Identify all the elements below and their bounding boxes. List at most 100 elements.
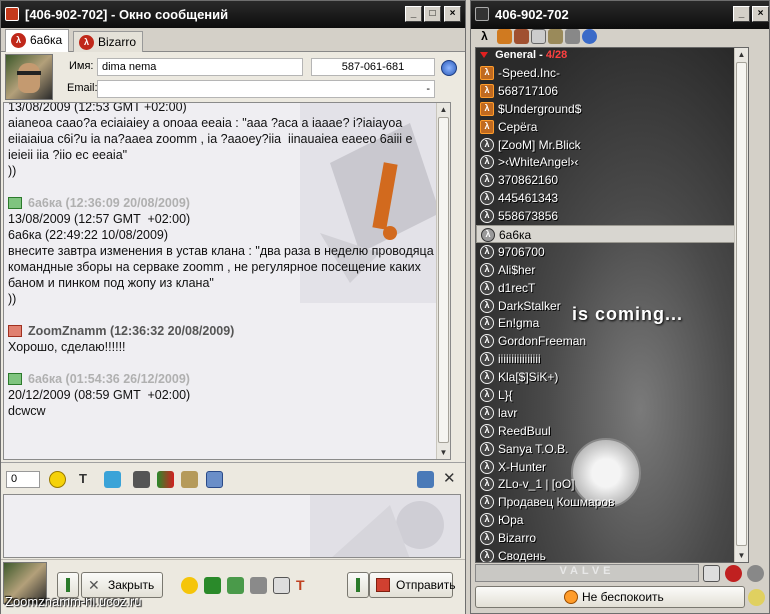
uin-field[interactable]: 587-061-681	[311, 58, 435, 76]
contact-item[interactable]: λ [ZooM] Mr.Blick	[476, 136, 748, 154]
close-button[interactable]: ✕ Закрыть	[81, 572, 163, 598]
scroll-up-icon[interactable]: ▲	[437, 103, 450, 116]
contact-item[interactable]: λ $Underground$	[476, 100, 748, 118]
transfer-icon[interactable]	[227, 577, 244, 594]
group-header-general[interactable]: General - 4/28	[476, 48, 748, 64]
search-users-icon[interactable]	[514, 29, 529, 44]
contact-item[interactable]: λ Сводень	[476, 547, 748, 562]
contact-list-titlebar[interactable]: 406-902-702 _ ×	[471, 1, 769, 29]
chat-scrollbar[interactable]: ▲ ▼	[436, 103, 450, 459]
chat-bubble-icon[interactable]	[181, 577, 198, 594]
scroll-down-icon[interactable]: ▼	[735, 549, 748, 562]
return-icon[interactable]	[273, 577, 290, 594]
book-icon[interactable]	[548, 29, 563, 44]
contact-item[interactable]: λ >‹WhiteAngel›‹	[476, 153, 748, 171]
flags-icon[interactable]	[157, 471, 174, 488]
message-text: ))	[8, 292, 17, 306]
tab-6a6ka[interactable]: λ 6а6ка	[5, 29, 70, 52]
contact-name: Ali$her	[498, 262, 536, 277]
close-window-button[interactable]: ×	[444, 6, 461, 22]
status-button[interactable]: Не беспокоить	[475, 586, 745, 608]
tab-bizarro[interactable]: λ Bizarro	[73, 31, 144, 52]
font-icon[interactable]: T	[79, 471, 96, 488]
group-name: General	[495, 49, 537, 61]
contact-item[interactable]: λ ReedBuul	[476, 422, 748, 440]
scroll-up-icon[interactable]: ▲	[735, 48, 748, 61]
hl-lambda-icon: λ	[480, 244, 494, 259]
scroll-down-icon[interactable]: ▼	[437, 446, 450, 459]
message-window-titlebar[interactable]: [406-902-702] - Окно сообщений _ □ ×	[1, 1, 465, 28]
card-icon[interactable]	[204, 577, 221, 594]
contact-item[interactable]: λ GordonFreeman	[476, 332, 748, 350]
contact-item[interactable]: λ 6а6ка	[476, 225, 748, 243]
minimize-button[interactable]: _	[405, 6, 422, 22]
collapse-arrow-icon[interactable]	[480, 52, 488, 59]
users-icon[interactable]	[497, 29, 512, 44]
contact-item[interactable]: λ 9706700	[476, 243, 748, 261]
contact-item[interactable]: λ X-Hunter	[476, 458, 748, 476]
maximize-button[interactable]: □	[424, 6, 441, 22]
contact-item[interactable]: λ L}{	[476, 386, 748, 404]
contact-item[interactable]: λ 370862160	[476, 171, 748, 189]
incoming-message-icon	[8, 197, 22, 209]
input-background-art	[310, 495, 460, 557]
app-icon	[5, 7, 19, 21]
contact-name: GordonFreeman	[498, 334, 587, 349]
contact-item[interactable]: λ DarkStalker	[476, 297, 748, 315]
contact-item[interactable]: λ Серёга	[476, 118, 748, 136]
hl-lambda-icon: λ	[480, 173, 494, 188]
history-icon[interactable]	[417, 471, 434, 488]
info-button-2[interactable]	[347, 572, 369, 598]
close-label: Закрыть	[108, 578, 155, 592]
contact-item[interactable]: λ ZLo-v_1 | [oO]	[476, 475, 748, 493]
contact-item[interactable]: λ Ali$her	[476, 261, 748, 279]
search-icon[interactable]	[703, 565, 720, 582]
contact-item[interactable]: λ 558673856	[476, 207, 748, 225]
contact-item[interactable]: λ Sanya T.O.B.	[476, 440, 748, 458]
wrench-icon[interactable]	[565, 29, 580, 44]
contact-roster[interactable]: is coming... General - 4/28 λ -Speed.Inc-…	[475, 47, 749, 563]
refresh-icon[interactable]	[582, 29, 597, 44]
contact-name: DarkStalker	[498, 298, 561, 313]
close-window-button[interactable]: ×	[752, 6, 769, 22]
wrench-icon[interactable]	[250, 577, 267, 594]
refresh-icon[interactable]	[441, 60, 457, 76]
message-input[interactable]	[3, 494, 461, 558]
chat-history[interactable]: 13/08/2009 (12:53 GMT +02:00) aianeoa caa…	[3, 102, 451, 460]
contact-item[interactable]: λ Kla[$]SiK+)	[476, 368, 748, 386]
contact-item[interactable]: λ iiiiiiiiiiiiiiii	[476, 350, 748, 368]
send-button[interactable]: Отправить	[369, 572, 456, 598]
name-field[interactable]: dima nema	[97, 58, 303, 76]
contact-item[interactable]: λ Bizarro	[476, 529, 748, 547]
xstatus-icon[interactable]	[748, 589, 765, 606]
lock-icon[interactable]	[206, 471, 223, 488]
minimize-button[interactable]: _	[733, 6, 750, 22]
lambda-menu-icon[interactable]: λ	[477, 29, 492, 44]
save-icon[interactable]	[133, 471, 150, 488]
contact-item[interactable]: λ 445461343	[476, 189, 748, 207]
contact-item[interactable]: λ En!gma	[476, 314, 748, 332]
contact-item[interactable]: λ d1recT	[476, 279, 748, 297]
contact-item[interactable]: λ Продавец Кошмаров	[476, 493, 748, 511]
smiley-icon[interactable]	[49, 471, 66, 488]
color-icon[interactable]	[104, 471, 121, 488]
book-icon[interactable]	[181, 471, 198, 488]
avatar-glasses	[17, 71, 41, 75]
contact-name: Sanya T.O.B.	[498, 441, 569, 456]
notes-icon[interactable]	[531, 29, 546, 44]
contact-item[interactable]: λ 568717106	[476, 82, 748, 100]
info-button[interactable]	[57, 572, 79, 598]
roster-scrollbar[interactable]: ▲ ▼	[734, 48, 748, 562]
contact-item[interactable]: λ Юра	[476, 511, 748, 529]
gear-icon[interactable]	[747, 565, 764, 582]
scroll-thumb[interactable]	[438, 117, 449, 443]
email-field[interactable]: -	[97, 80, 435, 98]
custom-status-icon: λ	[480, 119, 494, 134]
contact-item[interactable]: λ lavr	[476, 404, 748, 422]
contact-item[interactable]: λ -Speed.Inc-	[476, 64, 748, 82]
translit-icon[interactable]: T	[296, 577, 313, 594]
shield-icon[interactable]	[725, 565, 742, 582]
scroll-thumb[interactable]	[736, 62, 747, 546]
hl-lambda-icon: λ	[480, 262, 494, 277]
clear-icon[interactable]: ✕	[443, 471, 460, 488]
